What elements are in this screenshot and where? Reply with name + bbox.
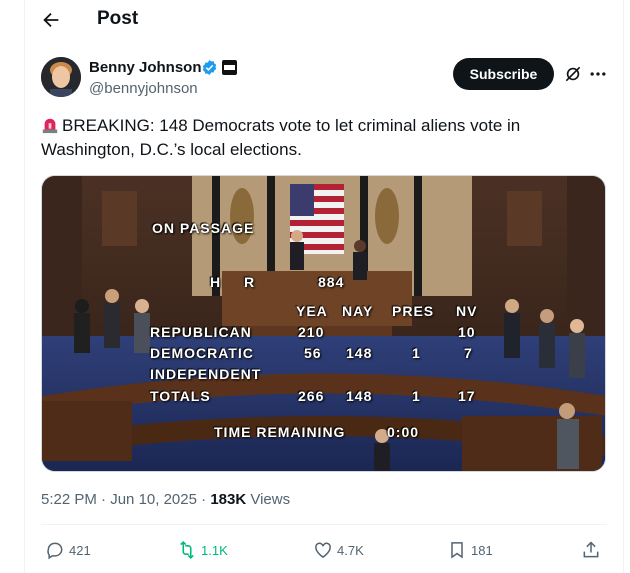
back-arrow-icon[interactable] bbox=[39, 9, 63, 31]
meta-separator: · bbox=[101, 491, 107, 508]
vote-count: 7 bbox=[464, 345, 473, 361]
vote-count: 266 bbox=[298, 388, 325, 404]
post-date[interactable]: Jun 10, 2025 bbox=[110, 491, 197, 508]
vote-count: 148 bbox=[346, 345, 373, 361]
share-icon bbox=[583, 541, 599, 558]
reply-button[interactable]: 421 bbox=[45, 539, 91, 561]
time-remaining-label: TIME REMAINING bbox=[214, 424, 346, 440]
vote-count: 210 bbox=[298, 324, 325, 340]
post-time[interactable]: 5:22 PM bbox=[41, 491, 97, 508]
repost-button[interactable]: 1.1K bbox=[177, 539, 228, 561]
meta-separator: · bbox=[201, 491, 207, 508]
share-button[interactable] bbox=[581, 539, 605, 561]
affiliate-badge-icon bbox=[222, 60, 237, 75]
subscribe-button[interactable]: Subscribe bbox=[453, 58, 554, 90]
grok-icon[interactable] bbox=[563, 64, 583, 84]
vote-count: 10 bbox=[458, 324, 476, 340]
vote-count: 1 bbox=[412, 388, 421, 404]
vote-heading: ON PASSAGE bbox=[152, 220, 255, 236]
vote-count: 56 bbox=[304, 345, 322, 361]
page-title: Post bbox=[97, 8, 139, 29]
like-icon bbox=[315, 542, 331, 558]
more-icon[interactable] bbox=[587, 64, 609, 84]
views-label: Views bbox=[250, 491, 291, 508]
views-count: 183K bbox=[210, 491, 247, 508]
bookmark-count: 181 bbox=[471, 542, 493, 558]
column-header: PRES bbox=[392, 303, 435, 319]
column-header: NAY bbox=[342, 303, 374, 319]
bill-label: H R bbox=[210, 274, 265, 290]
reply-icon bbox=[47, 542, 63, 560]
post-meta: 5:22 PM · Jun 10, 2025 · 183K Views bbox=[41, 491, 290, 508]
party-label: REPUBLICAN bbox=[150, 324, 252, 340]
bookmark-icon bbox=[451, 542, 463, 559]
vote-count: 1 bbox=[412, 345, 421, 361]
tweet-text: BREAKING: 148 Democrats vote to let crim… bbox=[41, 114, 601, 162]
like-button[interactable]: 4.7K bbox=[313, 539, 364, 561]
like-count: 4.7K bbox=[337, 542, 364, 558]
vote-count: 17 bbox=[458, 388, 476, 404]
divider bbox=[41, 524, 607, 525]
column-header: NV bbox=[456, 303, 478, 319]
bookmark-button[interactable]: 181 bbox=[447, 539, 493, 561]
author-name[interactable]: Benny Johnson bbox=[89, 59, 202, 76]
avatar[interactable] bbox=[41, 57, 81, 97]
party-label: TOTALS bbox=[150, 388, 211, 404]
reply-count: 421 bbox=[69, 542, 91, 558]
tweet-media[interactable]: ON PASSAGE H R 884 YEA NAY PRES NV REPUB… bbox=[41, 175, 606, 472]
post-column: Post Benny Johnson @bennyjohnson Subscri… bbox=[24, 0, 624, 573]
party-label: DEMOCRATIC bbox=[150, 345, 254, 361]
author-handle[interactable]: @bennyjohnson bbox=[89, 80, 198, 97]
tweet-text-body: BREAKING: 148 Democrats vote to let crim… bbox=[41, 116, 521, 159]
party-label: INDEPENDENT bbox=[150, 366, 262, 382]
verified-badge-icon bbox=[202, 60, 217, 75]
siren-emoji-icon bbox=[42, 118, 58, 134]
vote-count: 148 bbox=[346, 388, 373, 404]
time-remaining-value: 0:00 bbox=[387, 424, 420, 440]
repost-icon bbox=[180, 540, 194, 560]
top-bar: Post bbox=[25, 0, 625, 40]
repost-count: 1.1K bbox=[201, 542, 228, 558]
bill-number: 884 bbox=[318, 274, 345, 290]
column-header: YEA bbox=[296, 303, 328, 319]
